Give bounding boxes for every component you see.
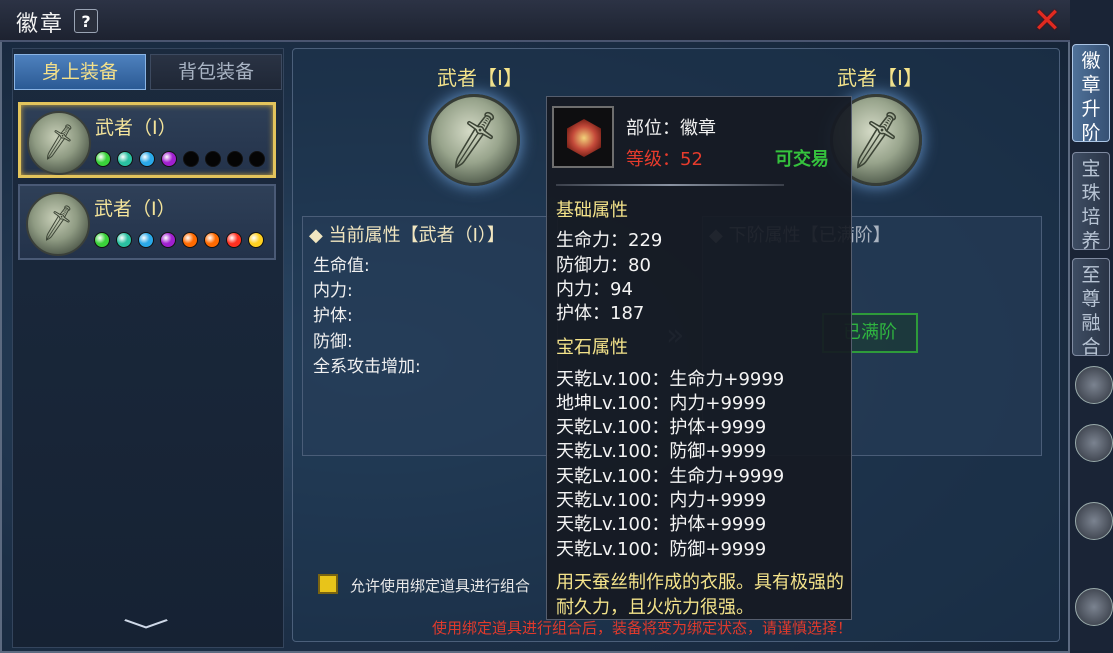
sword-icon: 🗡 [36,121,82,164]
attr-row: 护体: [313,306,353,326]
gem-attributes-title: 宝石属性 [556,337,628,358]
gem-socket [160,232,176,248]
edge-decoration [1075,366,1113,404]
current-badge-icon[interactable]: 🗡 [428,94,520,186]
edge-decoration [1075,424,1113,462]
attr-row: 防御: [313,332,353,352]
badge-icon: 🗡 [27,111,91,175]
gem-socket [182,232,198,248]
current-badge-title: 武者【I】 [437,66,523,90]
help-button[interactable]: ? [74,9,98,33]
divider [556,184,784,186]
sword-icon: 🗡 [35,202,81,245]
slot-name: 武者（I） [94,198,176,220]
bind-item-checkbox[interactable] [318,574,338,594]
gem-attribute: 天乾Lv.100：防御+9999 [556,539,767,560]
tooltip-tradeable: 可交易 [775,149,829,170]
current-attributes-title: ◆ 当前属性【武者（I）】 [309,225,505,246]
gem-socket [94,232,110,248]
basic-attribute: 内力：94 [556,279,633,300]
close-button[interactable]: ✕ [1030,4,1064,38]
slot-name: 武者（I） [95,117,177,139]
gem-socket [204,232,220,248]
current-attributes-title-text: 当前属性【武者（I）】 [328,225,505,246]
gem-socket [183,151,199,167]
bind-warning: 使用绑定道具进行组合后，装备将变为绑定状态，请谨慎选择！ [432,619,853,637]
gem-attribute: 天乾Lv.100：护体+9999 [556,417,767,438]
tab-bag[interactable]: 背包装备 [150,54,282,90]
basic-attribute: 防御力：80 [556,255,651,276]
equipment-slot[interactable]: 🗡 武者（I） [18,184,276,260]
tooltip-slot: 部位：徽章 [626,118,716,139]
gem-socket [248,232,264,248]
gem-socket [249,151,265,167]
title-bar [0,0,1070,42]
bind-item-label: 允许使用绑定道具进行组合 [350,577,531,595]
tab-equipped[interactable]: 身上装备 [14,54,146,90]
gem-socket [227,151,243,167]
side-tab-orb-cultivate[interactable]: 宝珠培养 [1072,152,1110,252]
tooltip-level: 等级：52 [626,149,703,170]
badge-item-icon [552,106,614,168]
attr-row: 全系攻击增加: [313,357,421,377]
gem-socket [161,151,177,167]
chevron-down-icon[interactable]: ﹀ [103,620,189,646]
current-attributes-box: ◆ 当前属性【武者（I）】 生命值: 内力: 护体: 防御: 全系攻击增加: [302,216,558,456]
gem-socket [138,232,154,248]
basic-attribute: 生命力：229 [556,230,663,251]
gem-socket [139,151,155,167]
gem-attribute: 天乾Lv.100：内力+9999 [556,490,767,511]
gem-attribute: 天乾Lv.100：生命力+9999 [556,466,785,487]
gem-socket [95,151,111,167]
gem-attribute: 天乾Lv.100：生命力+9999 [556,369,785,390]
attr-row: 内力: [313,281,353,301]
gem-attribute: 天乾Lv.100：防御+9999 [556,441,767,462]
edge-decoration [1075,502,1113,540]
badge-icon: 🗡 [26,192,90,256]
item-description: 用天蚕丝制作成的衣服。具有极强的耐久力，且火炕力很强。 [556,572,844,618]
gem-socket [117,151,133,167]
gem-socket [226,232,242,248]
window-title: 徽章 [16,12,65,37]
side-tab-supreme-fusion[interactable]: 至尊融合 [1072,258,1110,358]
gem-sockets [95,151,265,167]
emblem-icon [567,119,601,157]
edge-decoration [1075,588,1113,626]
attr-row: 生命值: [313,256,370,276]
gem-attribute: 地坤Lv.100：内力+9999 [556,393,767,414]
gem-attribute: 天乾Lv.100：护体+9999 [556,514,767,535]
gem-socket [116,232,132,248]
sword-icon: 🗡 [438,106,510,174]
equipment-slot[interactable]: 🗡 武者（I） [18,102,276,178]
gem-socket [205,151,221,167]
basic-attributes-title: 基础属性 [556,200,628,221]
basic-attribute: 护体：187 [556,303,645,324]
next-badge-title: 武者【I】 [837,66,923,90]
side-tab-badge-upgrade[interactable]: 徽章升阶 [1072,44,1110,144]
gem-sockets [94,232,264,248]
